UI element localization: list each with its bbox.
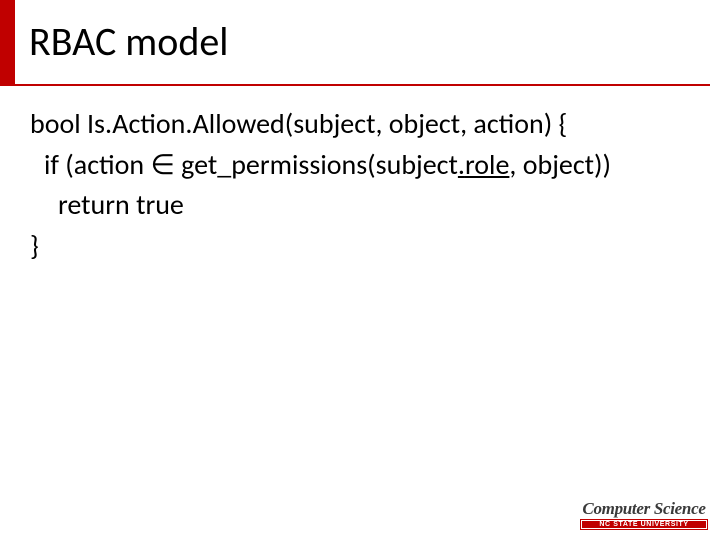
code-text: if (action ∈ get_permissions(subject — [44, 147, 458, 182]
logo-dept-text: Computer Science — [580, 500, 708, 517]
slide: RBAC model bool Is.Action.Allowed(subjec… — [0, 0, 720, 540]
title-region: RBAC model — [15, 0, 710, 86]
code-text: bool Is — [30, 106, 105, 141]
code-text-dot: . — [458, 147, 465, 182]
footer-logo: Computer Science NC STATE UNIVERSITY — [580, 500, 708, 530]
code-line-2: if (action ∈ get_permissions(subject.rol… — [30, 145, 690, 186]
slide-title: RBAC model — [29, 20, 228, 64]
code-text: Action — [112, 106, 185, 141]
accent-bar — [0, 0, 15, 86]
code-line-3: return true — [30, 185, 690, 226]
code-line-1: bool Is.Action.Allowed(subject, object, … — [30, 104, 690, 145]
code-text: Allowed(subject, object, action) { — [193, 106, 568, 141]
body-region: bool Is.Action.Allowed(subject, object, … — [30, 104, 690, 266]
code-text: , object)) — [509, 147, 611, 182]
code-line-4: } — [30, 226, 690, 267]
code-text-role: role — [465, 147, 509, 182]
logo-univ-text: NC STATE UNIVERSITY — [580, 519, 708, 530]
